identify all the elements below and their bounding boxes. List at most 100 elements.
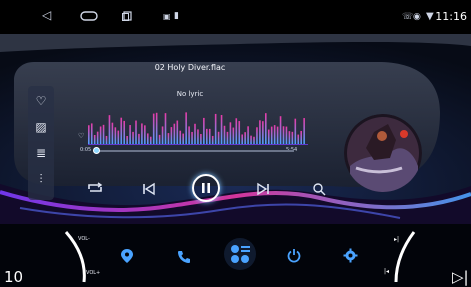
spectrum-bar [223, 125, 226, 144]
spectrum-bar [241, 134, 243, 144]
spectrum-bar [155, 112, 158, 144]
spectrum-bar [238, 121, 241, 144]
screenshot-icon: ▣ [163, 12, 171, 21]
spectrum-bar [179, 130, 182, 144]
settings-icon[interactable] [343, 248, 358, 267]
spectrum-bar [244, 132, 246, 144]
small-heart-icon[interactable]: ♡ [78, 132, 84, 140]
home-icon[interactable] [80, 10, 98, 24]
equalizer-icon[interactable]: ⫶ [32, 170, 50, 188]
spectrum-bar [105, 135, 108, 144]
spectrum-bar [176, 120, 179, 144]
repeat-icon[interactable] [86, 180, 104, 196]
skip-next-icon[interactable] [256, 181, 270, 196]
spectrum-bar [102, 124, 105, 144]
spectrum-bar [114, 127, 117, 144]
next-track-corner-icon[interactable]: ▷| [452, 268, 469, 286]
spectrum-bar [185, 112, 187, 144]
spectrum-bar [135, 120, 137, 144]
spectrum-bar [262, 121, 264, 144]
album-art-icon[interactable]: ▨ [32, 118, 50, 136]
spectrum-bar [282, 126, 285, 144]
skip-previous-icon[interactable] [142, 181, 156, 196]
spectrum-bar [256, 127, 258, 144]
spectrum-bar [188, 126, 190, 144]
search-icon[interactable] [312, 181, 326, 196]
progress-bar[interactable] [94, 150, 294, 152]
spectrum-bar [161, 126, 164, 144]
spectrum-bar [303, 118, 305, 144]
spectrum-bar [182, 133, 184, 144]
spectrum-bar [194, 123, 196, 144]
spectrum-bar [88, 125, 90, 144]
phone-icon[interactable] [177, 249, 191, 268]
vol-minus-label[interactable]: VOL- [78, 236, 90, 242]
song-title: 02 Holy Diver.flac [154, 63, 226, 72]
spectrum-bar [123, 120, 125, 144]
spectrum-bar [191, 131, 193, 144]
spectrum-bar [253, 136, 255, 144]
spectrum-bar [99, 126, 102, 144]
spectrum-bar [270, 126, 273, 144]
phone-icon: ☏ [402, 12, 414, 22]
spectrum-bar [158, 134, 161, 144]
spectrum-bar [294, 118, 297, 144]
recents-icon[interactable] [122, 10, 132, 24]
time-elapsed: 0:05 [80, 147, 92, 153]
spectrum-bar [285, 126, 288, 144]
spectrum-bar [117, 130, 120, 144]
next-track-small-icon[interactable]: ▸| [394, 236, 399, 243]
wifi-icon: ▼ [426, 11, 434, 22]
spectrum-bar [129, 125, 131, 144]
location-icon: ◉ [413, 12, 421, 22]
spectrum-bar [93, 134, 96, 144]
spectrum-bar [108, 115, 111, 144]
prev-track-small-icon[interactable]: |◂ [384, 268, 389, 275]
navigation-icon[interactable] [120, 248, 134, 268]
spectrum-bar [229, 122, 232, 144]
side-menu: ♡ ▨ ≣ ⫶ [28, 86, 54, 200]
track-knob[interactable] [380, 228, 420, 284]
spectrum-bar [120, 117, 123, 144]
spectrum-bar [235, 118, 238, 144]
spectrum-bar [208, 128, 211, 144]
spectrum-bar [144, 125, 146, 144]
spectrum-bar [232, 127, 235, 144]
spectrum-bar [276, 126, 279, 144]
spectrum-bar [126, 136, 128, 144]
spectrum-bar [226, 131, 229, 144]
apps-icon[interactable] [224, 238, 256, 270]
spectrum-bar [206, 128, 208, 144]
spectrum-bar [211, 135, 214, 144]
spectrum-bar [279, 116, 282, 144]
spectrum-bar [200, 134, 202, 144]
vol-plus-label[interactable]: VOL+ [86, 270, 100, 276]
play-pause-button[interactable] [192, 174, 220, 202]
spectrum-bar [173, 123, 176, 144]
battery-icon: ▮ [174, 11, 179, 21]
album-art[interactable] [344, 114, 422, 192]
lyric-text: No lyric [176, 90, 204, 98]
favorite-heart-icon[interactable]: ♡ [32, 92, 50, 110]
status-time: 11:16 [435, 10, 467, 23]
spectrum-bar [291, 131, 294, 144]
spectrum-bar [273, 125, 276, 144]
spectrum-bar [132, 131, 134, 144]
spectrum-bar [164, 113, 167, 144]
spectrum-bar [300, 130, 302, 144]
power-icon[interactable] [287, 248, 301, 267]
spectrum-bar [297, 134, 300, 144]
spectrum-bar [167, 133, 170, 144]
back-icon[interactable]: ◁ [42, 8, 51, 22]
spectrum-bar [141, 123, 143, 144]
spectrum-bar [149, 136, 152, 144]
spectrum-bar [247, 126, 249, 144]
spectrum-bar [267, 129, 270, 144]
spectrum-bar [170, 127, 173, 144]
spectrum-bar [197, 129, 199, 144]
playlist-icon[interactable]: ≣ [32, 144, 50, 162]
spectrum-bar [138, 133, 140, 144]
spectrum-bar [220, 115, 223, 144]
spectrum-bar [203, 117, 205, 144]
spectrum-bar [265, 113, 267, 144]
